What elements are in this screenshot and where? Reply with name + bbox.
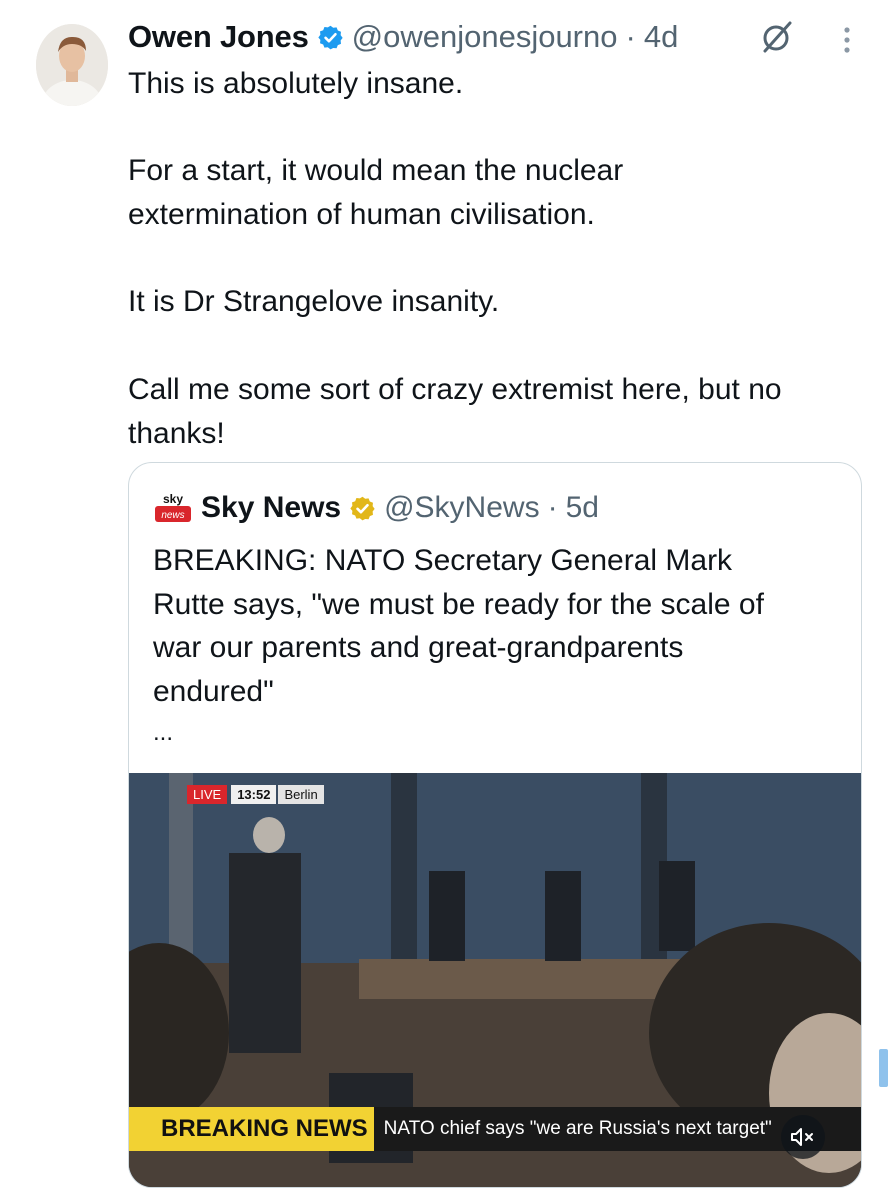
avatar-photo <box>36 24 108 106</box>
grok-icon[interactable] <box>760 20 794 54</box>
live-location: Berlin <box>278 785 324 804</box>
tweet-text: This is absolutely insane. For a start, … <box>128 62 878 455</box>
quote-ellipsis: ... <box>153 719 174 746</box>
live-time: 13:52 <box>231 785 277 804</box>
quote-video[interactable]: LIVE 13:52 Berlin BREAKING NEWS NATO chi… <box>129 773 861 1187</box>
quote-author-handle[interactable]: @SkyNews <box>384 491 539 525</box>
author-name[interactable]: Owen Jones <box>128 19 309 55</box>
quote-text-line: BREAKING: NATO Secretary General Mark <box>153 544 733 577</box>
tweet-time[interactable]: 4d <box>644 19 678 55</box>
avatar[interactable] <box>36 24 108 106</box>
scrollbar[interactable] <box>879 1049 888 1087</box>
sky-news-logo: sky news <box>153 492 193 524</box>
sky-logo-top-text: sky <box>163 492 183 506</box>
sky-logo-bottom-text: news <box>161 510 184 521</box>
mute-button[interactable] <box>781 1115 825 1159</box>
mute-icon <box>791 1128 813 1146</box>
breaking-news-label: BREAKING NEWS <box>129 1107 374 1151</box>
tweet-header: Owen Jones @owenjonesjourno · 4d <box>128 14 678 60</box>
separator-dot: · <box>625 19 636 54</box>
quote-text-line: Rutte says, "we must be ready for the sc… <box>153 587 764 621</box>
quote-text: BREAKING: NATO Secretary General Mark Ru… <box>153 539 843 753</box>
author-handle[interactable]: @owenjonesjourno <box>352 19 618 55</box>
quote-header: sky news Sky News @SkyNews · 5d <box>153 485 599 531</box>
quote-separator-dot: · <box>547 491 558 524</box>
tweet-text-line: It is Dr Strangelove insanity. <box>128 285 500 319</box>
quote-text-line: endured" <box>153 674 274 708</box>
live-label: LIVE <box>187 785 228 804</box>
quote-time[interactable]: 5d <box>566 491 599 525</box>
breaking-news-bar: BREAKING NEWS NATO chief says "we are Ru… <box>129 1107 861 1151</box>
more-icon[interactable] <box>840 22 854 58</box>
quote-text-line: war our parents and great-grandparents <box>153 631 684 664</box>
tweet-text-line: This is absolutely insane. <box>128 67 464 100</box>
quote-tweet[interactable]: sky news Sky News @SkyNews · 5d BREAKING… <box>128 462 862 1188</box>
verified-badge-icon <box>317 25 343 49</box>
gold-verified-badge-icon <box>350 496 375 520</box>
tweet-text-line: Call me some sort of crazy extremist her… <box>128 372 782 406</box>
live-badge: LIVE 13:52 Berlin <box>187 785 324 804</box>
quote-author-name[interactable]: Sky News <box>201 491 341 525</box>
tweet-text-line: For a start, it would mean the nuclear <box>128 154 624 188</box>
tweet-text-line: extermination of human civilisation. <box>128 198 595 232</box>
tweet-text-line: thanks! <box>128 416 225 450</box>
